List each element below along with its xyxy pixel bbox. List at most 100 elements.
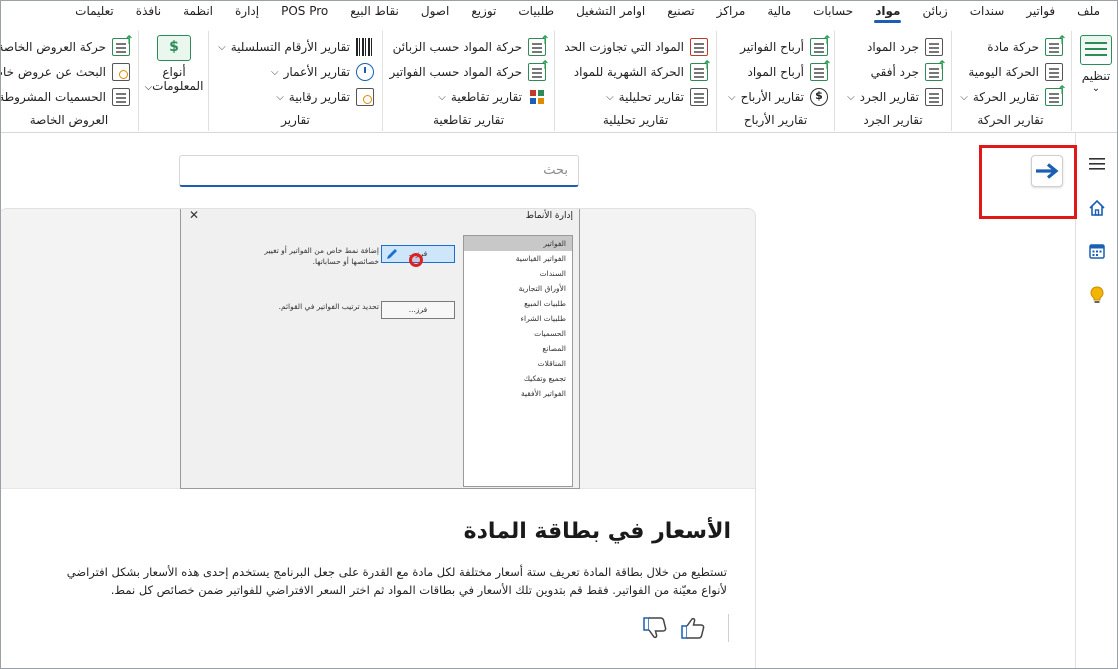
group-price-types: أنواع ⌵المعلومات xyxy=(138,31,208,131)
menu-item-6[interactable]: مالية xyxy=(756,1,802,25)
item-aging-reports-label: تقارير الأعمار xyxy=(283,65,350,79)
chevron-down-icon: ⌵ xyxy=(728,91,736,103)
analytical-reports-icon xyxy=(690,88,708,106)
item-inventory[interactable]: جرد المواد xyxy=(867,35,943,59)
group-analytical-reports: المواد التي تجاوزت الحد الحركة الشهرية ل… xyxy=(554,31,716,131)
item-movement-by-customers-label: حركة المواد حسب الزبائن xyxy=(392,40,522,54)
item-daily-movement-label: الحركة اليومية xyxy=(968,65,1039,79)
menu-item-3[interactable]: زبائن xyxy=(911,1,958,25)
menu-item-18[interactable]: تعليمات xyxy=(64,1,125,25)
item-material-profits[interactable]: أرباح المواد xyxy=(748,58,832,84)
feedback-bar xyxy=(640,614,729,642)
item-cross-reports[interactable]: تقارير تقاطعية ⌵ xyxy=(438,85,546,109)
dialog-list-item: الفواتير الأفقية xyxy=(520,389,566,398)
item-analytical-reports-label: تقارير تحليلية xyxy=(618,90,684,104)
item-invoice-profits-label: أرباح الفواتير xyxy=(740,40,804,54)
menu-item-2[interactable]: سندات xyxy=(959,1,1016,25)
cursor-highlight xyxy=(409,253,423,267)
menu-item-12[interactable]: اصول xyxy=(410,1,460,25)
organize-button[interactable]: تنظيم ⌄ xyxy=(1076,35,1116,94)
item-offers-movement-label: حركة العروض الخاصة xyxy=(0,40,106,54)
money-icon xyxy=(157,35,191,61)
app-window: ملف فواتير سندات زبائن مواد حسابات مالية مراكز ت… xyxy=(0,0,1118,669)
tips-button[interactable] xyxy=(1083,281,1111,309)
inventory-reports-icon xyxy=(925,88,943,106)
card-body: تستطيع من خلال بطاقة المادة تعريف ستة أس… xyxy=(66,565,727,597)
menu-item-13[interactable]: نقاط البيع xyxy=(339,1,410,25)
menu-item-4[interactable]: مواد xyxy=(864,1,911,25)
hamburger-menu-button[interactable] xyxy=(1083,150,1111,178)
item-exceeded-limit-label: المواد التي تجاوزت الحد xyxy=(564,40,684,54)
menu-item-11[interactable]: توزيع xyxy=(460,1,507,25)
item-analytical-reports[interactable]: تقارير تحليلية ⌵ xyxy=(606,85,708,109)
calendar-icon xyxy=(1089,244,1105,259)
item-offers-movement[interactable]: حركة العروض الخاصة xyxy=(0,33,134,59)
menu-item-15[interactable]: إدارة xyxy=(224,1,270,25)
dialog-order-text: تحديد ترتيب الفواتير في القوائم. xyxy=(278,302,379,311)
organize-label: تنظيم xyxy=(1081,69,1111,83)
menu-item-16[interactable]: انظمة xyxy=(172,1,224,25)
item-movement-by-customers[interactable]: حركة المواد حسب الزبائن xyxy=(392,33,550,59)
grid-icon xyxy=(528,88,546,106)
item-cross-reports-label: تقارير تقاطعية xyxy=(450,90,522,104)
group-organize: تنظيم ⌄ xyxy=(1071,31,1117,131)
price-types-button[interactable]: أنواع ⌵المعلومات xyxy=(141,35,207,93)
item-aging-reports[interactable]: تقارير الأعمار ⌵ xyxy=(271,60,374,84)
home-icon xyxy=(1089,199,1105,216)
item-material-movement[interactable]: حركة مادة xyxy=(987,33,1067,59)
offers-movement-icon xyxy=(112,33,134,56)
tip-card: إدارة الأنماط ✕ الفواتير الفواتير القياسي… xyxy=(1,208,756,668)
invoice-profits-icon xyxy=(810,33,832,56)
exceeded-limit-icon xyxy=(690,38,708,56)
item-inventory-reports-label: تقارير الجرد xyxy=(859,90,919,104)
group-inventory-label: تقارير الجرد xyxy=(863,113,923,127)
group-cross-reports: حركة المواد حسب الزبائن حركة المواد حسب … xyxy=(382,31,554,131)
item-horizontal-inventory[interactable]: جرد أفقي xyxy=(871,58,947,84)
chevron-down-icon: ⌵ xyxy=(847,91,855,103)
price-types-label-2-row: ⌵المعلومات xyxy=(145,79,204,93)
navigate-forward-button[interactable] xyxy=(1031,155,1063,187)
menu-item-17[interactable]: نافذة xyxy=(125,1,172,25)
home-button[interactable] xyxy=(1083,194,1111,222)
item-exceeded-limit[interactable]: المواد التي تجاوزت الحد xyxy=(564,35,708,59)
menu-item-7[interactable]: مراكز xyxy=(706,1,757,25)
item-daily-movement[interactable]: الحركة اليومية xyxy=(968,60,1063,84)
pencil-icon xyxy=(387,249,397,259)
thumbs-up-icon xyxy=(681,617,705,639)
item-search-offers[interactable]: البحث عن عروض خاصة xyxy=(1,60,130,84)
ribbon: تنظيم ⌄ حركة مادة الحركة اليومية تقارير … xyxy=(1,25,1117,133)
item-invoice-profits[interactable]: أرباح الفواتير xyxy=(740,33,832,59)
item-control-reports[interactable]: تقارير رقابية ⌵ xyxy=(276,85,374,109)
item-control-reports-label: تقارير رقابية xyxy=(288,90,350,104)
item-serial-reports-label: تقارير الأرقام التسلسلية xyxy=(230,40,350,54)
group-reports: تقارير الأرقام التسلسلية ⌵ تقارير الأعما… xyxy=(208,31,382,131)
thumbs-down-button[interactable] xyxy=(640,614,670,642)
chevron-down-icon: ⌵ xyxy=(438,91,446,103)
menu-item-1[interactable]: فواتير xyxy=(1015,1,1066,25)
calendar-button[interactable] xyxy=(1083,237,1111,265)
item-profit-reports[interactable]: $ تقارير الأرباح ⌵ xyxy=(728,85,828,109)
audit-icon xyxy=(356,88,374,106)
dialog-list-item: الأوراق التجارية xyxy=(518,284,566,293)
item-movement-reports-label: تقارير الحركة xyxy=(972,90,1039,104)
search-input[interactable] xyxy=(179,155,579,187)
menu-item-10[interactable]: طلبيات xyxy=(507,1,565,25)
dialog-list-item: السندات xyxy=(539,269,566,278)
item-inventory-reports[interactable]: تقارير الجرد ⌵ xyxy=(847,85,943,109)
item-conditional-discounts[interactable]: الحسميات المشروطة xyxy=(1,85,130,109)
chevron-down-icon: ⌵ xyxy=(960,91,968,103)
arrow-right-icon xyxy=(1036,163,1059,179)
menu-item-5[interactable]: حسابات xyxy=(802,1,864,25)
item-monthly-movement[interactable]: الحركة الشهرية للمواد xyxy=(574,58,712,84)
menu-item-8[interactable]: تصنيع xyxy=(656,1,705,25)
horizontal-inventory-icon xyxy=(925,58,947,81)
group-analytical-label: تقارير تحليلية xyxy=(602,113,669,127)
item-serial-reports[interactable]: تقارير الأرقام التسلسلية ⌵ xyxy=(218,35,374,59)
dialog-pattern-list: الفواتير الفواتير القياسية السندات الأوراق … xyxy=(463,235,573,487)
menu-item-9[interactable]: اوامر التشغيل xyxy=(565,1,656,25)
menu-item-14[interactable]: POS Pro xyxy=(270,1,339,25)
menu-item-0[interactable]: ملف xyxy=(1066,1,1111,25)
thumbs-up-button[interactable] xyxy=(678,614,708,642)
item-movement-reports[interactable]: تقارير الحركة ⌵ xyxy=(960,83,1067,109)
item-movement-by-invoices[interactable]: حركة المواد حسب الفواتير xyxy=(389,58,550,84)
